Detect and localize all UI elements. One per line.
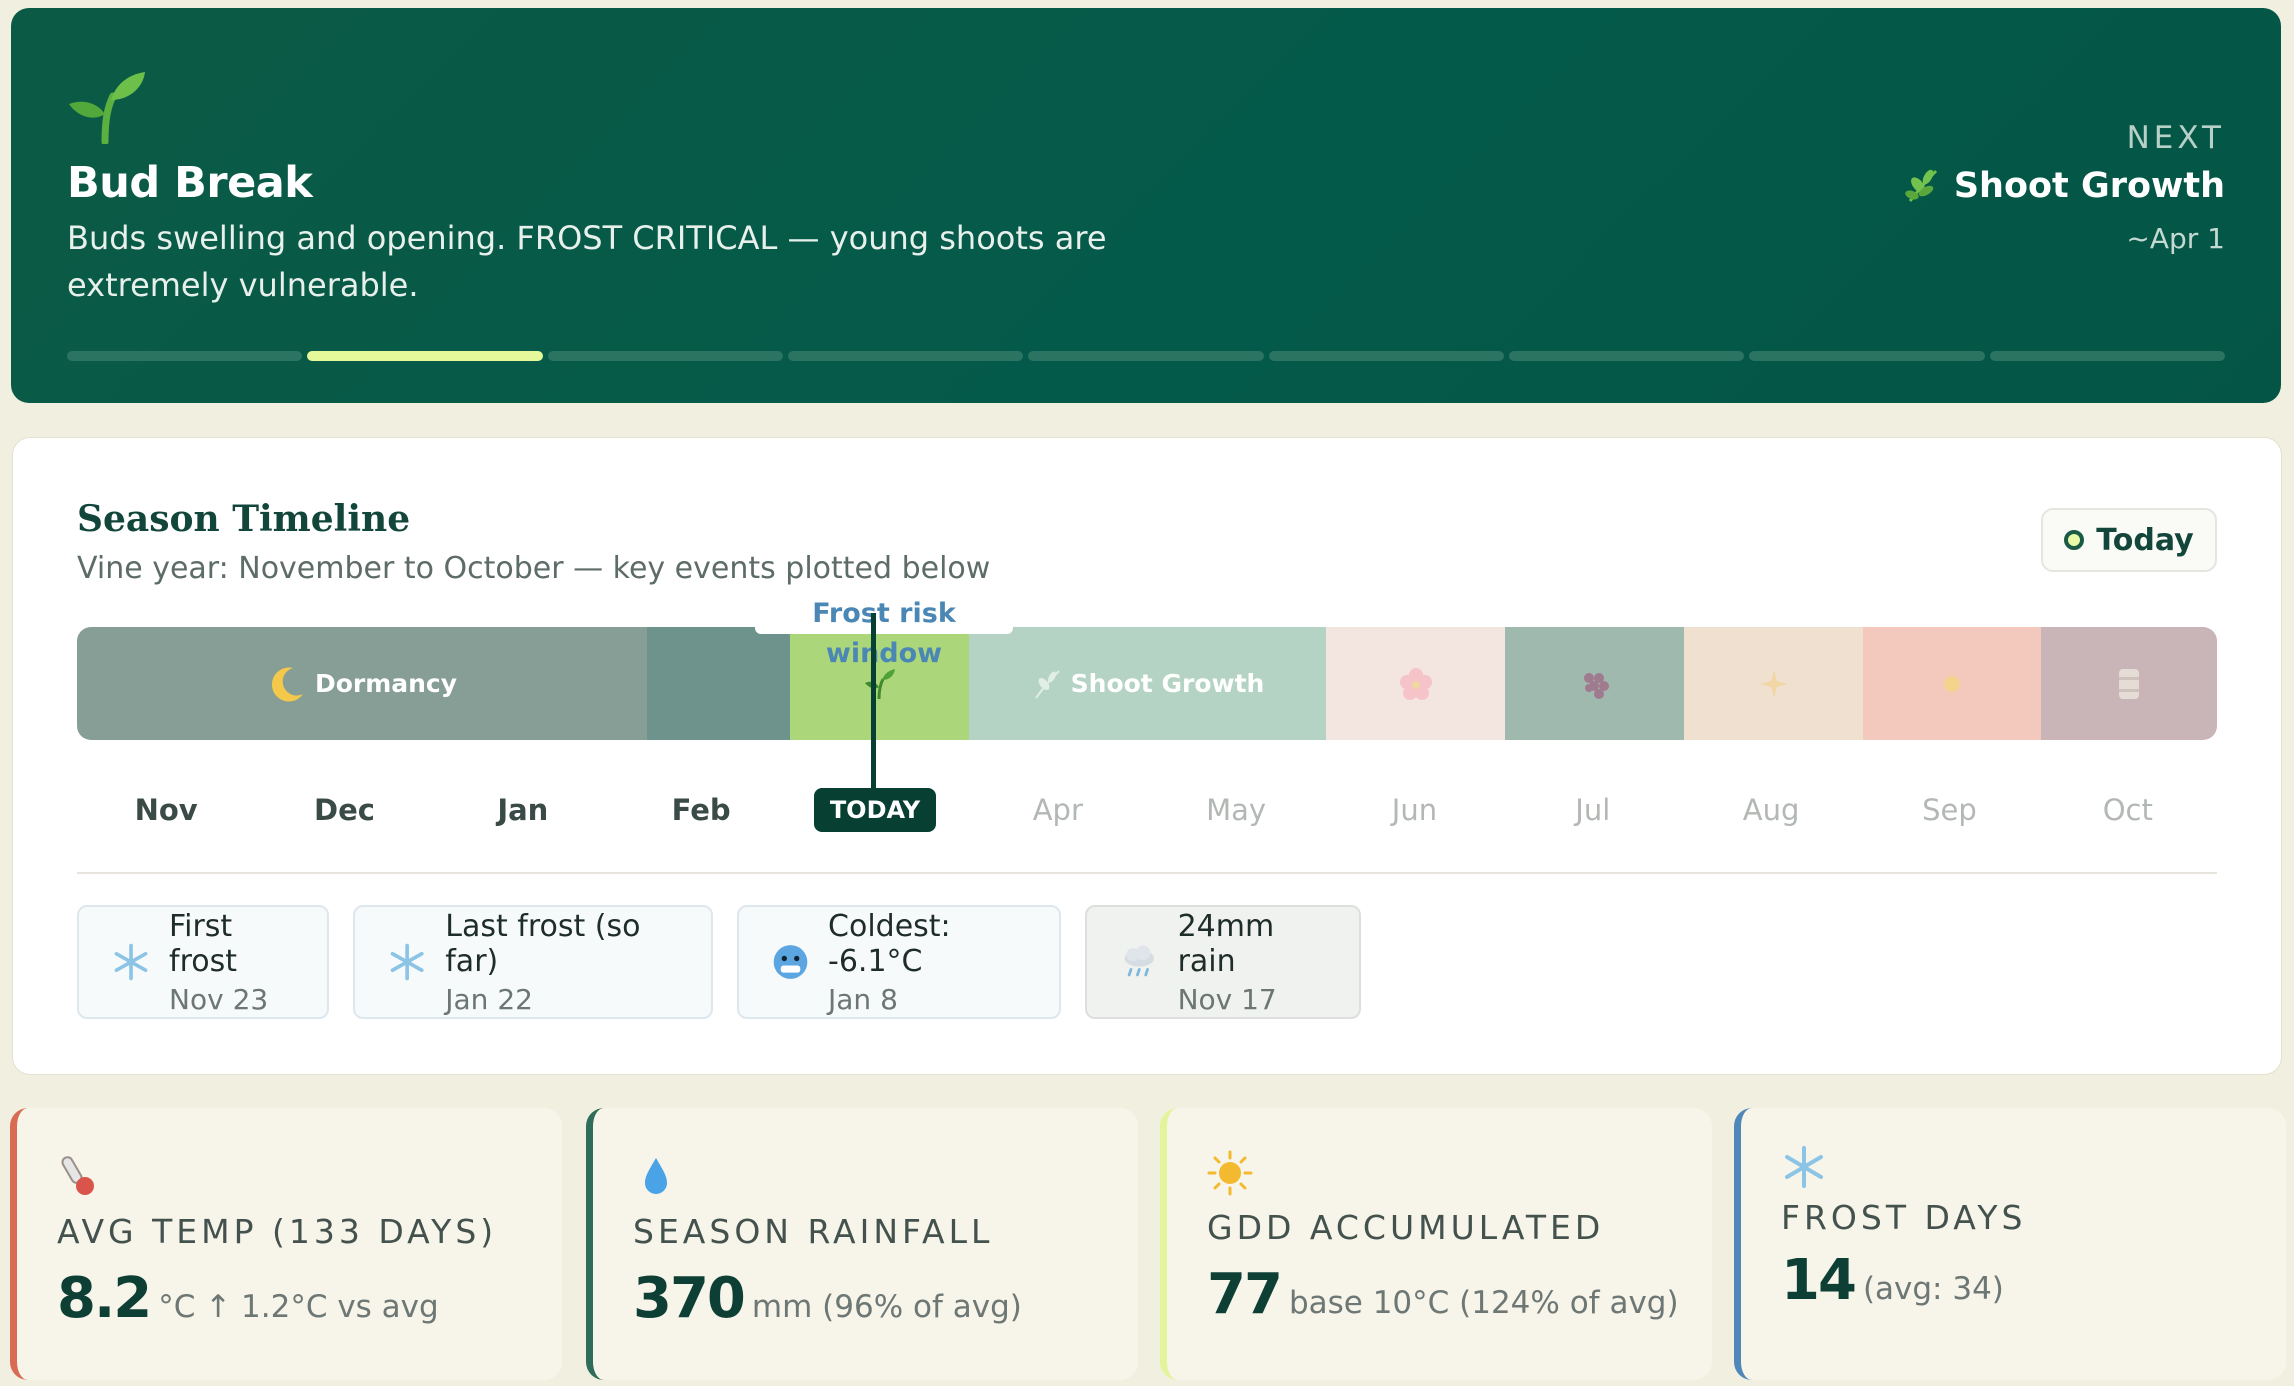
- progress-segment: [547, 351, 783, 361]
- key-events: First frost Nov 23 Last frost (so far) Jan…: [77, 905, 1361, 1019]
- stat-label: SEASON RAINFALL: [633, 1212, 994, 1251]
- phase-pre-budbreak[interactable]: [647, 627, 790, 740]
- phase-bar: Dormancy Shoot Growth: [77, 627, 2217, 740]
- today-dot-icon: [2064, 530, 2085, 550]
- month-axis: Nov Dec Jan Feb Apr May Jun Jul Aug Sep …: [77, 793, 2217, 827]
- stat-value: 14 (avg: 34): [1781, 1248, 2004, 1313]
- season-progress: [67, 351, 2225, 363]
- phase-post-harvest[interactable]: [2041, 627, 2217, 740]
- today-button[interactable]: Today: [2041, 508, 2217, 572]
- progress-segment: [67, 351, 303, 361]
- herb-icon: [1034, 669, 1060, 699]
- progress-segment: [787, 351, 1024, 361]
- event-chip-last-frost[interactable]: Last frost (so far) Jan 22: [353, 905, 713, 1019]
- season-stats: AVG TEMP (133 DAYS) 8.2 °C ↑ 1.2°C vs av…: [10, 1108, 2286, 1386]
- phase-harvest[interactable]: [1863, 627, 2041, 740]
- stat-value: 8.2 °C ↑ 1.2°C vs avg: [57, 1266, 439, 1331]
- snowflake-icon: [1785, 1146, 1823, 1188]
- snowflake-icon: [114, 943, 148, 981]
- frost-risk-window-label: Frost risk window: [755, 594, 1013, 669]
- phase-flowering[interactable]: [1326, 627, 1505, 740]
- progress-segment: [1749, 351, 1985, 361]
- next-phase-label: NEXT: [2126, 120, 2225, 156]
- next-phase-date: ~Apr 1: [2126, 222, 2225, 255]
- month-label: Jun: [1391, 793, 1438, 827]
- month-label: Jul: [1575, 793, 1611, 827]
- stat-value: 370 mm (96% of avg): [633, 1266, 1022, 1331]
- divider: [77, 872, 2217, 874]
- event-chip-rain[interactable]: 24mm rain Nov 17: [1085, 905, 1361, 1019]
- next-phase-name: Shoot Growth: [1953, 166, 2225, 206]
- stat-label: AVG TEMP (133 DAYS): [57, 1212, 498, 1251]
- today-marker-tag: TODAY: [814, 788, 936, 832]
- month-label: Aug: [1742, 793, 1800, 827]
- sun-icon: [1207, 1150, 1253, 1196]
- stat-card-rainfall: SEASON RAINFALL 370 mm (96% of avg): [586, 1108, 1138, 1380]
- phase-description: Buds swelling and opening. FROST CRITICA…: [67, 219, 1107, 304]
- stat-label: GDD ACCUMULATED: [1207, 1208, 1605, 1247]
- progress-segment: [1268, 351, 1504, 361]
- current-phase-banner: Bud Break Buds swelling and opening. FRO…: [11, 8, 2281, 403]
- barrel-icon: [2119, 668, 2139, 699]
- phase-dormancy[interactable]: Dormancy: [77, 627, 647, 740]
- progress-segment: [1508, 351, 1745, 361]
- rain-cloud-icon: [1124, 945, 1155, 977]
- grapes-icon: [1583, 672, 1609, 699]
- month-label: Sep: [1922, 793, 1977, 827]
- next-phase: Shoot Growth: [1904, 166, 2225, 206]
- phase-title: Bud Break: [67, 158, 313, 208]
- progress-segment: [1989, 351, 2225, 361]
- month-label: May: [1206, 793, 1267, 827]
- phase-shoot-growth[interactable]: Shoot Growth: [969, 627, 1326, 740]
- card-title: Season Timeline: [77, 498, 411, 540]
- month-label: Feb: [671, 793, 731, 827]
- month-label: Apr: [1032, 793, 1083, 827]
- event-chip-coldest[interactable]: Coldest: -6.1°C Jan 8: [737, 905, 1061, 1019]
- card-subtitle: Vine year: November to October — key eve…: [77, 551, 991, 586]
- seedling-icon: [69, 72, 145, 144]
- month-label: Oct: [2102, 793, 2153, 827]
- sparkle-icon: [1759, 669, 1788, 698]
- stat-card-gdd: GDD ACCUMULATED 77 base 10°C (124% of av…: [1160, 1108, 1712, 1380]
- phase-fruit-set[interactable]: [1505, 627, 1684, 740]
- progress-segment-active: [307, 351, 543, 361]
- herb-icon: [1905, 169, 1937, 202]
- month-label: Dec: [314, 793, 375, 827]
- stat-card-frost-days: FROST DAYS 14 (avg: 34): [1734, 1108, 2286, 1380]
- event-chip-first-frost[interactable]: First frost Nov 23: [77, 905, 329, 1019]
- cold-face-icon: [773, 945, 808, 979]
- snowflake-icon: [390, 943, 424, 981]
- droplet-icon: [645, 1158, 667, 1194]
- phase-veraison[interactable]: [1684, 627, 1863, 740]
- stat-card-avg-temp: AVG TEMP (133 DAYS) 8.2 °C ↑ 1.2°C vs av…: [10, 1108, 562, 1380]
- thermometer-icon: [61, 1156, 94, 1195]
- stat-value: 77 base 10°C (124% of avg): [1207, 1262, 1679, 1327]
- progress-segment: [1028, 351, 1264, 361]
- moon-icon: [271, 666, 303, 701]
- sun-icon: [1944, 675, 1960, 692]
- season-timeline-card: Season Timeline Vine year: November to O…: [12, 437, 2282, 1075]
- stat-label: FROST DAYS: [1781, 1198, 2027, 1237]
- month-label: Jan: [497, 793, 549, 827]
- blossom-icon: [1399, 667, 1432, 700]
- month-label: Nov: [134, 793, 198, 827]
